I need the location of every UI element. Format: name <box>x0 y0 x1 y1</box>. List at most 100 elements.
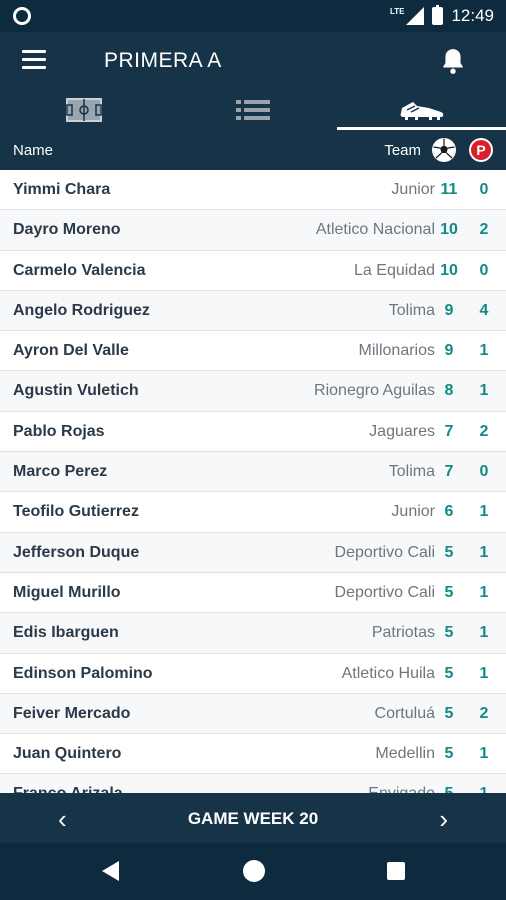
player-goals: 5 <box>438 785 460 793</box>
table-row[interactable]: Pablo Rojas Jaguares 7 2 <box>0 411 506 453</box>
tab-matches[interactable] <box>0 90 169 130</box>
bell-icon[interactable] <box>440 47 466 75</box>
app-bar: PRIMERA A <box>0 32 506 90</box>
soccer-ball-icon <box>432 138 456 162</box>
table-row[interactable]: Angelo Rodriguez Tolima 9 4 <box>0 290 506 332</box>
pitch-icon <box>66 98 103 122</box>
player-goals: 5 <box>444 624 454 642</box>
player-penalties: 1 <box>479 382 489 400</box>
player-goals: 9 <box>444 342 454 360</box>
player-name: Agustin Vuletich <box>13 382 139 400</box>
next-week-button[interactable]: › <box>439 804 448 835</box>
boot-icon <box>400 102 443 120</box>
tab-standings[interactable] <box>169 90 338 130</box>
player-goals: 6 <box>444 503 454 521</box>
home-icon[interactable] <box>243 860 265 882</box>
table-row[interactable]: Carmelo Valencia La Equidad 10 0 <box>0 250 506 291</box>
player-team: Deportivo Cali <box>334 583 435 601</box>
player-name: Teofilo Gutierrez <box>13 503 139 521</box>
player-name: Miguel Murillo <box>13 583 121 601</box>
player-name: Feiver Mercado <box>13 704 131 722</box>
game-week-label: GAME WEEK 20 <box>187 809 319 828</box>
menu-icon[interactable] <box>22 50 46 70</box>
player-penalties: 0 <box>479 463 489 481</box>
tab-scorers[interactable] <box>337 90 506 130</box>
player-penalties: 1 <box>479 342 489 360</box>
table-row[interactable]: Juan Quintero Medellin 5 1 <box>0 734 506 775</box>
player-team: Junior <box>391 181 435 198</box>
player-name: Yimmi Chara <box>13 181 111 198</box>
player-name: Franco Arizala <box>13 785 123 793</box>
player-name: Edinson Palomino <box>13 664 153 682</box>
player-team: Jaguares <box>369 422 435 440</box>
page-title: PRIMERA A <box>104 49 222 72</box>
back-icon[interactable] <box>102 861 119 881</box>
player-penalties: 2 <box>479 422 489 440</box>
table-row[interactable]: Feiver Mercado Cortuluá 5 2 <box>0 693 506 735</box>
notification-icon <box>13 7 31 25</box>
player-team: Patriotas <box>371 624 435 642</box>
player-penalties: 0 <box>479 181 489 198</box>
status-icons: LTE 12:49 <box>390 0 494 32</box>
battery-icon <box>432 5 444 25</box>
table-row[interactable]: Teofilo Gutierrez Junior 6 1 <box>0 492 506 533</box>
player-goals: 5 <box>444 704 454 722</box>
player-goals: 5 <box>444 745 454 763</box>
player-name: Ayron Del Valle <box>13 342 129 360</box>
player-team: Tolima <box>388 301 435 319</box>
tab-bar <box>0 90 506 130</box>
column-team: Team <box>384 142 421 159</box>
column-name: Name <box>13 142 54 159</box>
player-team: Rionegro Aguilas <box>314 382 435 400</box>
penalty-icon: P <box>469 138 493 162</box>
table-row[interactable]: Agustin Vuletich Rionegro Aguilas 8 1 <box>0 371 506 412</box>
player-team: La Equidad <box>354 261 435 279</box>
status-bar: LTE 12:49 <box>0 0 506 32</box>
table-row[interactable]: Franco Arizala Envigado5 1 <box>0 774 506 793</box>
player-penalties: 1 <box>479 664 489 682</box>
table-row[interactable]: Marco Perez Tolima 7 0 <box>0 452 506 493</box>
player-penalties: 1 <box>479 503 489 521</box>
player-penalties: 0 <box>479 261 489 279</box>
clock: 12:49 <box>451 6 494 25</box>
player-goals: 10 <box>440 221 458 239</box>
player-name: Angelo Rodriguez <box>13 301 150 319</box>
player-name: Edis Ibarguen <box>13 624 119 642</box>
player-penalties: 4 <box>479 301 489 319</box>
player-team: Tolima <box>388 463 435 481</box>
table-row[interactable]: Jefferson Duque Deportivo Cali 5 1 <box>0 532 506 573</box>
player-team: Atletico Nacional <box>315 221 435 239</box>
player-penalties: 1 <box>474 785 494 793</box>
player-penalties: 1 <box>479 583 489 601</box>
table-row[interactable]: Ayron Del Valle Millonarios 9 1 <box>0 331 506 372</box>
recents-icon[interactable] <box>387 862 405 880</box>
table-row[interactable]: Miguel Murillo Deportivo Cali 5 1 <box>0 572 506 614</box>
list-icon <box>236 100 270 120</box>
player-goals: 8 <box>444 382 454 400</box>
player-goals: 11 <box>440 181 458 198</box>
signal-icon <box>406 7 425 25</box>
player-team: Junior <box>391 503 435 521</box>
svg-text:P: P <box>476 142 485 158</box>
player-name: Marco Perez <box>13 463 108 481</box>
player-team: Millonarios <box>358 342 435 360</box>
player-name: Carmelo Valencia <box>13 261 146 279</box>
table-row[interactable]: Edis Ibarguen Patriotas 5 1 <box>0 613 506 654</box>
player-name: Pablo Rojas <box>13 422 105 440</box>
player-penalties: 2 <box>479 221 489 239</box>
player-team: Medellin <box>375 745 435 763</box>
system-nav-bar <box>0 843 506 900</box>
network-type: LTE <box>389 6 405 16</box>
table-row[interactable]: Edinson Palomino Atletico Huila 5 1 <box>0 653 506 694</box>
player-goals: 5 <box>444 543 454 561</box>
table-header: Name Team P <box>0 130 506 170</box>
table-row[interactable]: Dayro Moreno Atletico Nacional 10 2 <box>0 210 506 251</box>
player-team: Envigado <box>368 785 435 793</box>
scorers-list[interactable]: Yimmi Chara Junior 11 0 Dayro Moreno Atletico… <box>0 170 506 793</box>
game-week-bar: ‹ GAME WEEK 20 › <box>0 793 506 843</box>
player-goals: 5 <box>444 583 454 601</box>
table-row[interactable]: Yimmi Chara Junior 11 0 <box>0 170 506 211</box>
player-goals: 7 <box>444 463 454 481</box>
player-goals: 7 <box>444 422 454 440</box>
player-team: Cortuluá <box>374 704 435 722</box>
